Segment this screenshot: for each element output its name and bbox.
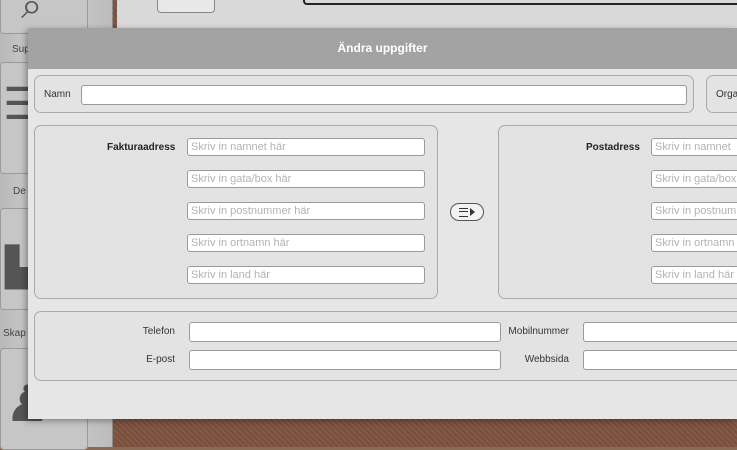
name-label: Namn xyxy=(44,89,71,100)
postal-address-group: Postadress xyxy=(498,125,737,299)
magnifier-icon: ⌕ xyxy=(21,0,43,27)
sidebar-item-label: De xyxy=(13,186,26,197)
mobile-input[interactable] xyxy=(583,322,737,342)
toolbar-field[interactable] xyxy=(303,0,737,5)
billing-country-input[interactable] xyxy=(187,266,425,284)
billing-street-input[interactable] xyxy=(187,170,425,188)
sidebar-item-label: Skap xyxy=(3,328,26,339)
dialog-title: Ändra uppgifter xyxy=(28,28,737,69)
edit-details-dialog: Ändra uppgifter Namn Orga Fakturaadress … xyxy=(28,28,737,419)
billing-address-label: Fakturaadress xyxy=(107,142,176,153)
postal-country-input[interactable] xyxy=(651,266,737,284)
copy-address-icon xyxy=(459,207,468,217)
contact-group: Telefon Mobilnummer E-post Webbsida xyxy=(34,311,737,381)
name-group: Namn xyxy=(34,75,694,113)
toolbar-button[interactable] xyxy=(157,0,215,13)
name-input[interactable] xyxy=(81,85,687,105)
organization-group: Orga xyxy=(706,75,737,113)
billing-city-input[interactable] xyxy=(187,234,425,252)
postal-zip-input[interactable] xyxy=(651,202,737,220)
copy-address-button[interactable] xyxy=(450,203,484,221)
mobile-label: Mobilnummer xyxy=(508,326,569,337)
phone-label: Telefon xyxy=(142,326,175,337)
postal-city-input[interactable] xyxy=(651,234,737,252)
email-label: E-post xyxy=(146,354,175,365)
email-input[interactable] xyxy=(189,350,501,370)
postal-name-input[interactable] xyxy=(651,138,737,156)
postal-street-input[interactable] xyxy=(651,170,737,188)
phone-input[interactable] xyxy=(189,322,501,342)
billing-name-input[interactable] xyxy=(187,138,425,156)
billing-address-group: Fakturaadress xyxy=(34,125,438,299)
organization-label: Orga xyxy=(716,89,737,100)
postal-address-label: Postadress xyxy=(586,142,640,153)
billing-zip-input[interactable] xyxy=(187,202,425,220)
website-label: Webbsida xyxy=(524,354,569,365)
arrow-right-icon xyxy=(470,208,475,216)
website-input[interactable] xyxy=(583,350,737,370)
